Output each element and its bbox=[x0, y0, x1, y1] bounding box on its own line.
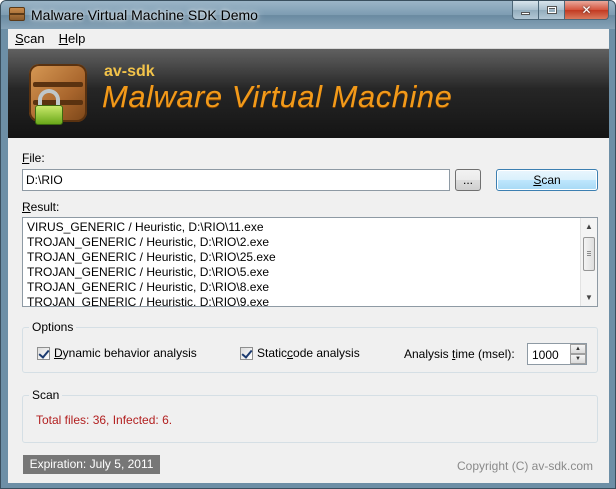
file-path-input[interactable]: D:\RIO bbox=[22, 169, 450, 191]
close-icon: ✕ bbox=[581, 3, 592, 17]
dynamic-analysis-checkbox[interactable]: Dynamic behavior analysis bbox=[37, 346, 197, 360]
copyright-text: Copyright (C) av-sdk.com bbox=[457, 459, 594, 473]
scroll-thumb[interactable] bbox=[583, 237, 595, 271]
list-item[interactable]: TROJAN_GENERIC / Heuristic, D:\RIO\8.exe bbox=[27, 280, 579, 295]
close-button[interactable]: ✕ bbox=[565, 1, 609, 20]
scroll-down-icon[interactable]: ▼ bbox=[581, 289, 597, 306]
analysis-time-label: Analysis time (msel): bbox=[404, 347, 515, 361]
file-label: File: bbox=[22, 151, 45, 165]
checkbox-checked-icon[interactable] bbox=[37, 346, 50, 360]
browse-button[interactable]: ... bbox=[455, 169, 481, 191]
maximize-button[interactable] bbox=[539, 1, 565, 20]
minimize-icon bbox=[521, 11, 530, 15]
scan-status-text: Total files: 36, Infected: 6. bbox=[36, 413, 173, 427]
options-title: Options bbox=[29, 320, 77, 334]
lock-icon bbox=[35, 105, 63, 125]
result-list[interactable]: VIRUS_GENERIC / Heuristic, D:\RIO\11.exe… bbox=[22, 217, 598, 307]
result-label: Result: bbox=[22, 200, 60, 214]
scan-button[interactable]: Scan bbox=[496, 169, 598, 191]
scroll-up-icon[interactable]: ▲ bbox=[581, 218, 597, 235]
list-item[interactable]: TROJAN_GENERIC / Heuristic, D:\RIO\9.exe bbox=[27, 295, 579, 306]
menu-bar: Scan Help bbox=[8, 29, 609, 49]
menu-help[interactable]: Help bbox=[52, 31, 93, 46]
scan-group-title: Scan bbox=[29, 388, 63, 402]
checkbox-checked-icon[interactable] bbox=[240, 346, 253, 360]
expiration-badge: Expiration: July 5, 2011 bbox=[23, 455, 160, 474]
header-banner: av-sdk Malware Virtual Machine bbox=[8, 49, 609, 138]
list-item[interactable]: TROJAN_GENERIC / Heuristic, D:\RIO\25.ex… bbox=[27, 250, 579, 265]
list-item[interactable]: VIRUS_GENERIC / Heuristic, D:\RIO\11.exe bbox=[27, 220, 579, 235]
minimize-button[interactable] bbox=[512, 1, 539, 20]
banner-title: Malware Virtual Machine bbox=[102, 79, 453, 114]
app-window: Malware Virtual Machine SDK Demo ✕ Scan … bbox=[0, 0, 616, 489]
window-controls: ✕ bbox=[512, 1, 609, 21]
analysis-time-value[interactable]: 1000 bbox=[532, 348, 559, 362]
list-item[interactable]: TROJAN_GENERIC / Heuristic, D:\RIO\2.exe bbox=[27, 235, 579, 250]
analysis-time-stepper[interactable]: 1000 ▲ ▼ bbox=[527, 343, 587, 365]
static-analysis-checkbox[interactable]: Static c ode analysis bbox=[240, 346, 360, 360]
main-panel: File: D:\RIO ... Scan Result: VIRUS_GENE… bbox=[8, 138, 609, 483]
list-item[interactable]: TROJAN_GENERIC / Heuristic, D:\RIO\5.exe bbox=[27, 265, 579, 280]
menu-scan[interactable]: Scan bbox=[8, 31, 52, 46]
window-bottom-border bbox=[1, 483, 615, 488]
maximize-icon bbox=[546, 6, 557, 14]
stepper-up-icon[interactable]: ▲ bbox=[570, 344, 586, 354]
app-icon[interactable] bbox=[9, 7, 25, 21]
stepper-down-icon[interactable]: ▼ bbox=[570, 354, 586, 364]
result-scrollbar[interactable]: ▲ ▼ bbox=[580, 218, 597, 306]
window-title: Malware Virtual Machine SDK Demo bbox=[31, 7, 258, 23]
title-bar[interactable]: Malware Virtual Machine SDK Demo ✕ bbox=[1, 1, 615, 29]
